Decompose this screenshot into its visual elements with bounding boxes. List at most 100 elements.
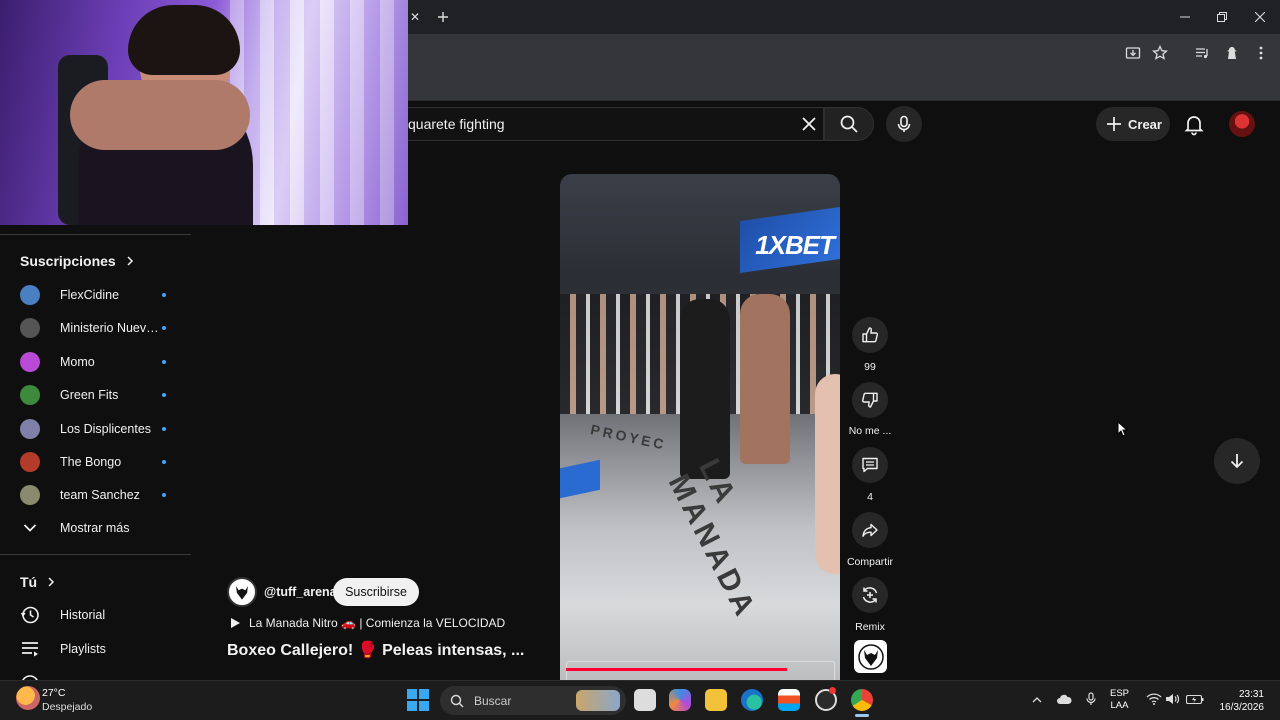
sidebar-item-history[interactable]: Historial xyxy=(20,602,105,628)
chrome-icon[interactable] xyxy=(851,689,873,711)
weather-temperature[interactable]: 27°C xyxy=(42,687,65,699)
sidebar-subscription-item[interactable]: The Bongo xyxy=(20,449,180,475)
channel-avatar[interactable] xyxy=(227,577,257,607)
video-floor-text: PROYEC xyxy=(589,421,668,453)
sidebar-item-label: Historial xyxy=(60,608,106,622)
playlist-icon xyxy=(20,639,40,659)
start-button[interactable] xyxy=(407,689,429,711)
account-avatar[interactable] xyxy=(1229,111,1255,137)
music-title: La Manada Nitro 🚗 | Comienza la VELOCIDA… xyxy=(249,616,506,630)
sidebar-subscription-item[interactable]: Momo xyxy=(20,349,180,375)
system-clock[interactable]: 23:31 16/3/2026 xyxy=(1218,688,1265,714)
star-icon[interactable] xyxy=(1149,42,1171,64)
short-title[interactable]: Boxeo Callejero! 🥊 Peleas intensas, ... xyxy=(227,640,524,660)
sidebar-divider xyxy=(0,554,191,555)
task-view-icon[interactable] xyxy=(634,689,656,711)
channel-handle[interactable]: @tuff_arena xyxy=(264,585,337,599)
minimize-icon[interactable] xyxy=(1170,6,1200,28)
dislike-label: No me ... xyxy=(848,425,892,437)
video-floor-mark xyxy=(560,459,600,499)
subscription-name: team Sanchez xyxy=(60,488,140,502)
sidebar-subscription-item[interactable]: Green Fits xyxy=(20,382,180,408)
sidebar-subscription-item[interactable]: Ministerio Nueva... xyxy=(20,315,180,341)
install-app-icon[interactable] xyxy=(1122,42,1144,64)
sidebar-subscription-item[interactable]: team Sanchez xyxy=(20,482,180,508)
channel-avatar xyxy=(20,318,40,338)
new-content-dot xyxy=(162,293,166,297)
sidebar-item-playlists[interactable]: Playlists xyxy=(20,636,106,662)
restore-icon[interactable] xyxy=(1207,6,1237,28)
weather-icon[interactable] xyxy=(16,686,40,710)
notifications-bell-icon[interactable] xyxy=(1182,112,1206,136)
next-short-button[interactable] xyxy=(1214,438,1260,484)
taskbar-search[interactable]: Buscar xyxy=(440,686,626,715)
sidebar-item-label: Playlists xyxy=(60,642,106,656)
comments-button[interactable] xyxy=(852,447,888,483)
file-explorer-icon[interactable] xyxy=(705,689,727,711)
store-icon[interactable] xyxy=(778,689,800,711)
create-label: Crear xyxy=(1128,116,1162,132)
share-label: Compartir xyxy=(846,556,894,568)
copilot-icon[interactable] xyxy=(669,689,691,711)
sidebar-subscription-item[interactable]: Los Displicentes xyxy=(20,416,180,442)
extension-icon[interactable] xyxy=(1221,42,1243,64)
subscriptions-title: Suscripciones xyxy=(20,253,116,269)
wifi-icon[interactable] xyxy=(1145,690,1163,708)
more-vert-icon[interactable] xyxy=(1250,42,1272,64)
channel-avatar xyxy=(20,352,40,372)
like-count: 99 xyxy=(864,361,876,373)
subscription-name: FlexCidine xyxy=(60,288,120,302)
video-banner-text: 1XBET xyxy=(755,230,835,260)
wolf-logo-icon xyxy=(857,643,884,670)
show-more-button[interactable]: Mostrar más xyxy=(20,515,129,541)
sidebar-subscription-item[interactable]: FlexCidine xyxy=(20,282,180,308)
edge-icon[interactable] xyxy=(741,689,763,711)
new-content-dot xyxy=(162,360,166,364)
music-link[interactable]: La Manada Nitro 🚗 | Comienza la VELOCIDA… xyxy=(229,616,505,630)
comment-count: 4 xyxy=(867,491,873,503)
battery-icon[interactable] xyxy=(1186,690,1204,708)
like-button[interactable] xyxy=(852,317,888,353)
arrow-down-icon xyxy=(1230,454,1244,469)
create-button[interactable]: Crear xyxy=(1096,107,1170,141)
media-control-icon[interactable] xyxy=(1191,42,1213,64)
share-icon xyxy=(862,523,878,537)
close-tab-icon[interactable]: ✕ xyxy=(408,8,422,26)
dislike-button[interactable] xyxy=(852,382,888,418)
subscribe-button[interactable]: Suscribirse xyxy=(333,578,419,606)
clear-search-icon[interactable] xyxy=(797,112,821,136)
new-content-dot xyxy=(162,393,166,397)
webcam-overlay xyxy=(0,0,408,225)
weather-description[interactable]: Despejado xyxy=(42,701,92,713)
subscriptions-heading[interactable]: Suscripciones xyxy=(20,253,134,269)
comment-icon xyxy=(862,457,878,473)
you-heading[interactable]: Tú xyxy=(20,574,55,590)
mouse-cursor-icon xyxy=(1117,421,1128,437)
video-ring-text: LA MANADA xyxy=(661,453,763,625)
remix-button[interactable] xyxy=(852,577,888,613)
chevron-up-icon[interactable] xyxy=(1028,690,1046,708)
remix-label: Remix xyxy=(855,621,885,633)
plus-icon xyxy=(1107,117,1121,131)
video-progress-bar[interactable] xyxy=(566,668,787,671)
new-tab-icon[interactable] xyxy=(434,8,452,26)
active-app-indicator xyxy=(855,714,869,717)
microphone-icon[interactable] xyxy=(1082,690,1100,708)
input-language[interactable]: ESP LAA xyxy=(1110,688,1129,712)
search-button[interactable] xyxy=(824,107,874,141)
short-video-player[interactable]: 1XBET PROYEC LA MANADA xyxy=(560,174,840,680)
video-foreground-hand xyxy=(815,374,840,574)
window-close-icon[interactable] xyxy=(1245,6,1275,28)
voice-search-button[interactable] xyxy=(886,106,922,142)
channel-thumbnail[interactable] xyxy=(854,640,887,673)
onedrive-icon[interactable] xyxy=(1055,690,1073,708)
wolf-logo-icon xyxy=(236,586,248,600)
taskbar-search-placeholder: Buscar xyxy=(474,693,512,708)
history-icon xyxy=(20,605,40,625)
clock-time: 23:31 xyxy=(1238,689,1264,700)
search-input[interactable] xyxy=(408,116,788,132)
volume-icon[interactable] xyxy=(1163,690,1181,708)
show-more-label: Mostrar más xyxy=(60,521,130,535)
share-button[interactable] xyxy=(852,512,888,548)
new-content-dot xyxy=(162,460,166,464)
